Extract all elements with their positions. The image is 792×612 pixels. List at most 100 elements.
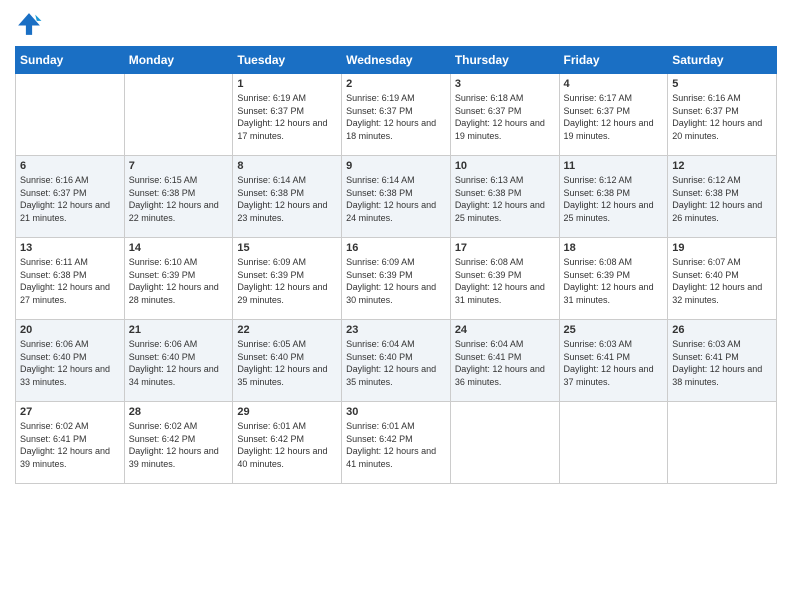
day-number: 20 [20, 324, 120, 336]
day-info: Sunrise: 6:17 AM Sunset: 6:37 PM Dayligh… [564, 92, 664, 142]
day-number: 3 [455, 78, 555, 90]
header-day-friday: Friday [559, 47, 668, 74]
day-number: 15 [237, 242, 337, 254]
day-number: 7 [129, 160, 229, 172]
calendar-cell: 28 Sunrise: 6:02 AM Sunset: 6:42 PM Dayli… [124, 402, 233, 484]
calendar-cell: 19 Sunrise: 6:07 AM Sunset: 6:40 PM Dayli… [668, 238, 777, 320]
day-number: 10 [455, 160, 555, 172]
day-number: 13 [20, 242, 120, 254]
calendar-cell: 23 Sunrise: 6:04 AM Sunset: 6:40 PM Dayli… [342, 320, 451, 402]
day-info: Sunrise: 6:09 AM Sunset: 6:39 PM Dayligh… [237, 256, 337, 306]
day-info: Sunrise: 6:11 AM Sunset: 6:38 PM Dayligh… [20, 256, 120, 306]
day-info: Sunrise: 6:16 AM Sunset: 6:37 PM Dayligh… [20, 174, 120, 224]
calendar-cell: 4 Sunrise: 6:17 AM Sunset: 6:37 PM Daylig… [559, 74, 668, 156]
day-number: 11 [564, 160, 664, 172]
day-number: 14 [129, 242, 229, 254]
day-info: Sunrise: 6:04 AM Sunset: 6:40 PM Dayligh… [346, 338, 446, 388]
day-number: 4 [564, 78, 664, 90]
day-info: Sunrise: 6:05 AM Sunset: 6:40 PM Dayligh… [237, 338, 337, 388]
calendar-week-2: 6 Sunrise: 6:16 AM Sunset: 6:37 PM Daylig… [16, 156, 777, 238]
day-info: Sunrise: 6:13 AM Sunset: 6:38 PM Dayligh… [455, 174, 555, 224]
header-row: SundayMondayTuesdayWednesdayThursdayFrid… [16, 47, 777, 74]
calendar-cell: 8Sunrise: 6:14 AM Sunset: 6:38 PM Daylig… [233, 156, 342, 238]
calendar-cell: 18 Sunrise: 6:08 AM Sunset: 6:39 PM Dayli… [559, 238, 668, 320]
calendar-cell: 6 Sunrise: 6:16 AM Sunset: 6:37 PM Daylig… [16, 156, 125, 238]
calendar-week-4: 20 Sunrise: 6:06 AM Sunset: 6:40 PM Dayli… [16, 320, 777, 402]
calendar-cell: 24 Sunrise: 6:04 AM Sunset: 6:41 PM Dayli… [450, 320, 559, 402]
day-number: 27 [20, 406, 120, 418]
day-info: Sunrise: 6:01 AM Sunset: 6:42 PM Dayligh… [237, 420, 337, 470]
day-number: 8 [237, 160, 337, 172]
calendar-cell: 10 Sunrise: 6:13 AM Sunset: 6:38 PM Dayli… [450, 156, 559, 238]
day-info: Sunrise: 6:07 AM Sunset: 6:40 PM Dayligh… [672, 256, 772, 306]
day-number: 2 [346, 78, 446, 90]
day-info: Sunrise: 6:15 AM Sunset: 6:38 PM Dayligh… [129, 174, 229, 224]
header-day-wednesday: Wednesday [342, 47, 451, 74]
header [15, 10, 777, 38]
day-number: 25 [564, 324, 664, 336]
day-info: Sunrise: 6:04 AM Sunset: 6:41 PM Dayligh… [455, 338, 555, 388]
calendar-cell [668, 402, 777, 484]
calendar-cell: 26Sunrise: 6:03 AM Sunset: 6:41 PM Dayli… [668, 320, 777, 402]
day-info: Sunrise: 6:08 AM Sunset: 6:39 PM Dayligh… [564, 256, 664, 306]
calendar-body: 1 Sunrise: 6:19 AM Sunset: 6:37 PM Daylig… [16, 74, 777, 484]
logo [15, 10, 47, 38]
calendar-cell: 27 Sunrise: 6:02 AM Sunset: 6:41 PM Dayli… [16, 402, 125, 484]
calendar-cell: 9 Sunrise: 6:14 AM Sunset: 6:38 PM Daylig… [342, 156, 451, 238]
calendar-cell: 30 Sunrise: 6:01 AM Sunset: 6:42 PM Dayli… [342, 402, 451, 484]
day-info: Sunrise: 6:12 AM Sunset: 6:38 PM Dayligh… [672, 174, 772, 224]
header-day-thursday: Thursday [450, 47, 559, 74]
calendar-cell: 17 Sunrise: 6:08 AM Sunset: 6:39 PM Dayli… [450, 238, 559, 320]
calendar-cell [124, 74, 233, 156]
calendar-week-3: 13 Sunrise: 6:11 AM Sunset: 6:38 PM Dayli… [16, 238, 777, 320]
calendar-cell [16, 74, 125, 156]
calendar-cell: 5 Sunrise: 6:16 AM Sunset: 6:37 PM Daylig… [668, 74, 777, 156]
day-info: Sunrise: 6:19 AM Sunset: 6:37 PM Dayligh… [346, 92, 446, 142]
calendar-cell: 20Sunrise: 6:06 AM Sunset: 6:40 PM Dayli… [16, 320, 125, 402]
calendar-table: SundayMondayTuesdayWednesdayThursdayFrid… [15, 46, 777, 484]
calendar-header: SundayMondayTuesdayWednesdayThursdayFrid… [16, 47, 777, 74]
day-number: 5 [672, 78, 772, 90]
day-info: Sunrise: 6:02 AM Sunset: 6:42 PM Dayligh… [129, 420, 229, 470]
calendar-cell [450, 402, 559, 484]
day-info: Sunrise: 6:02 AM Sunset: 6:41 PM Dayligh… [20, 420, 120, 470]
day-number: 24 [455, 324, 555, 336]
day-number: 17 [455, 242, 555, 254]
day-number: 29 [237, 406, 337, 418]
day-number: 30 [346, 406, 446, 418]
day-number: 19 [672, 242, 772, 254]
calendar-cell [559, 402, 668, 484]
day-info: Sunrise: 6:19 AM Sunset: 6:37 PM Dayligh… [237, 92, 337, 142]
day-number: 16 [346, 242, 446, 254]
header-day-tuesday: Tuesday [233, 47, 342, 74]
day-number: 6 [20, 160, 120, 172]
calendar-cell: 11 Sunrise: 6:12 AM Sunset: 6:38 PM Dayli… [559, 156, 668, 238]
day-number: 28 [129, 406, 229, 418]
calendar-week-1: 1 Sunrise: 6:19 AM Sunset: 6:37 PM Daylig… [16, 74, 777, 156]
day-number: 9 [346, 160, 446, 172]
day-number: 22 [237, 324, 337, 336]
day-info: Sunrise: 6:10 AM Sunset: 6:39 PM Dayligh… [129, 256, 229, 306]
day-info: Sunrise: 6:16 AM Sunset: 6:37 PM Dayligh… [672, 92, 772, 142]
day-info: Sunrise: 6:06 AM Sunset: 6:40 PM Dayligh… [129, 338, 229, 388]
header-day-sunday: Sunday [16, 47, 125, 74]
day-info: Sunrise: 6:08 AM Sunset: 6:39 PM Dayligh… [455, 256, 555, 306]
day-info: Sunrise: 6:03 AM Sunset: 6:41 PM Dayligh… [564, 338, 664, 388]
day-info: Sunrise: 6:03 AM Sunset: 6:41 PM Dayligh… [672, 338, 772, 388]
calendar-cell: 21 Sunrise: 6:06 AM Sunset: 6:40 PM Dayli… [124, 320, 233, 402]
calendar-cell: 25 Sunrise: 6:03 AM Sunset: 6:41 PM Dayli… [559, 320, 668, 402]
page: SundayMondayTuesdayWednesdayThursdayFrid… [0, 0, 792, 612]
header-day-monday: Monday [124, 47, 233, 74]
calendar-cell: 2 Sunrise: 6:19 AM Sunset: 6:37 PM Daylig… [342, 74, 451, 156]
day-info: Sunrise: 6:18 AM Sunset: 6:37 PM Dayligh… [455, 92, 555, 142]
day-info: Sunrise: 6:12 AM Sunset: 6:38 PM Dayligh… [564, 174, 664, 224]
header-day-saturday: Saturday [668, 47, 777, 74]
day-info: Sunrise: 6:01 AM Sunset: 6:42 PM Dayligh… [346, 420, 446, 470]
day-number: 23 [346, 324, 446, 336]
day-number: 21 [129, 324, 229, 336]
calendar-cell: 7 Sunrise: 6:15 AM Sunset: 6:38 PM Daylig… [124, 156, 233, 238]
day-info: Sunrise: 6:14 AM Sunset: 6:38 PM Dayligh… [346, 174, 446, 224]
day-number: 1 [237, 78, 337, 90]
calendar-cell: 14 Sunrise: 6:10 AM Sunset: 6:39 PM Dayli… [124, 238, 233, 320]
day-number: 18 [564, 242, 664, 254]
